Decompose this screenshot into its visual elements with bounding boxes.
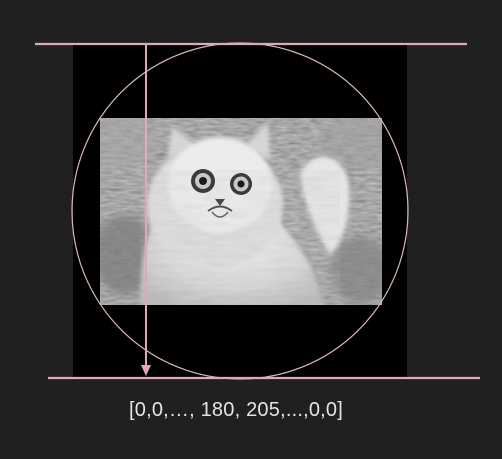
diagram-canvas: [0,0,…, 180, 205,...,0,0] [0,0,502,459]
cat-photo [100,118,382,305]
projection-diagram [35,42,480,380]
projection-vector-label: [0,0,…, 180, 205,...,0,0] [128,399,344,421]
